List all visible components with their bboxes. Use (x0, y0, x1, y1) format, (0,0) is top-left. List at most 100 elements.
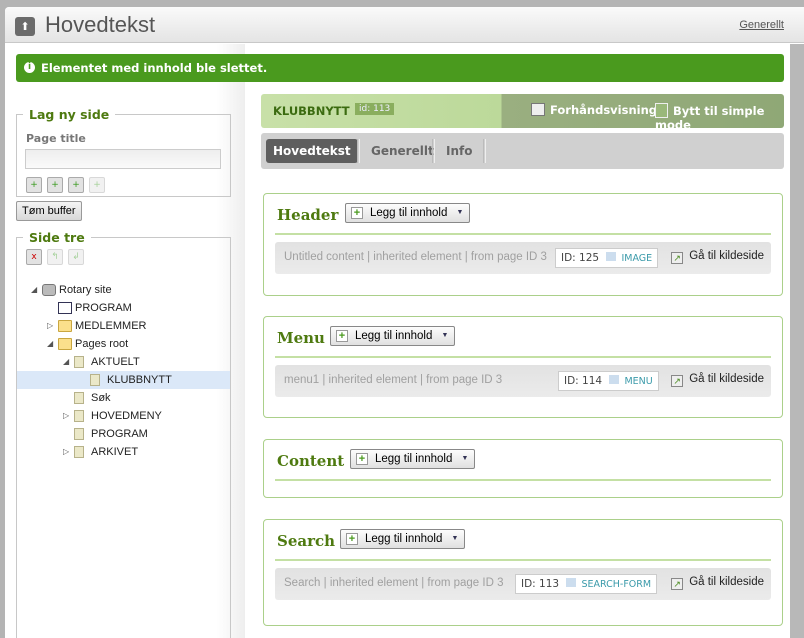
tree-node[interactable]: ◢ Pages root (17, 335, 230, 353)
tree-node[interactable]: PROGRAM (17, 425, 230, 443)
section-header: Header + Legg til innhold ▼ Untitled conte… (263, 193, 783, 296)
tree-node[interactable]: KLUBBNYTT (17, 371, 230, 389)
program-icon (58, 302, 72, 314)
paste-icon[interactable]: ↲ (68, 249, 84, 265)
add-content-button[interactable]: + Legg til innhold ▼ (350, 449, 476, 469)
dropdown-arrow-icon: ▼ (451, 535, 459, 542)
add-content-button[interactable]: + Legg til innhold ▼ (345, 203, 471, 223)
go-to-source-link[interactable]: ↗ Gå til kildeside (671, 250, 764, 264)
dropdown-arrow-icon: ▼ (441, 332, 449, 339)
content-item[interactable]: Search | inherited element | from page I… (275, 568, 771, 600)
copy-icon[interactable]: ↰ (47, 249, 63, 265)
insert-child-icon[interactable]: + (26, 177, 42, 193)
tree-node-label: PROGRAM (75, 302, 132, 314)
magnifier-icon (531, 103, 545, 116)
page-title-label: Page title (26, 132, 86, 145)
main-panel: KLUBBNYTT id: 113 Forhåndsvisning Bytt t… (246, 44, 790, 638)
tree-node[interactable]: ▷ HOVEDMENY (17, 407, 230, 425)
expanded-toggle-icon[interactable]: ◢ (47, 335, 53, 353)
tree-node[interactable]: ◢ Rotary site (17, 281, 230, 299)
go-to-source-label: Gå til kildeside (689, 576, 764, 588)
site-tree-legend: Side tre (29, 230, 85, 245)
add-icon: + (336, 330, 348, 342)
add-icon: + (356, 453, 368, 465)
tree-node[interactable]: ◢ AKTUELT (17, 353, 230, 371)
image-type-icon (606, 252, 617, 261)
tree-node-label: AKTUELT (91, 356, 140, 368)
item-meta: menu1 | inherited element | from page ID… (284, 374, 503, 386)
go-to-source-icon: ↗ (671, 252, 684, 264)
preview-button[interactable]: Forhåndsvisning (531, 103, 657, 117)
page-id-badge: id: 113 (355, 103, 395, 115)
collapsed-toggle-icon[interactable]: ▷ (63, 443, 69, 461)
content-item[interactable]: Untitled content | inherited element | f… (275, 242, 771, 274)
page-title-input[interactable] (25, 149, 221, 169)
go-to-source-link[interactable]: ↗ Gå til kildeside (671, 576, 764, 590)
tree-node-label: Rotary site (59, 284, 112, 296)
mouse-icon (655, 103, 668, 118)
tab-generellt[interactable]: Generellt (364, 139, 441, 163)
tree-node-label: Søk (91, 392, 111, 404)
clear-buffer-button[interactable]: Tøm buffer (16, 201, 82, 221)
collapsed-toggle-icon[interactable]: ▷ (63, 407, 69, 425)
tree-node[interactable]: Søk (17, 389, 230, 407)
tab-info[interactable]: Info (439, 139, 479, 163)
generellt-link[interactable]: Generellt (739, 19, 784, 31)
dropdown-arrow-icon: ▼ (456, 209, 464, 216)
page-icon (90, 374, 100, 386)
section-content: Content + Legg til innhold ▼ (263, 439, 783, 498)
info-icon: i (24, 62, 35, 73)
simple-mode-button[interactable]: Bytt til simple mode (655, 103, 784, 132)
page-name: KLUBBNYTT (273, 104, 350, 118)
expanded-toggle-icon[interactable]: ◢ (31, 281, 37, 299)
scrollbar[interactable] (790, 44, 804, 638)
site-tree-panel: Side tre x ↰ ↲ ◢ Rotary site PROGRAM ▷ MEDLE… (16, 230, 231, 638)
add-content-button[interactable]: + Legg til innhold ▼ (340, 529, 466, 549)
tree-node[interactable]: ▷ MEDLEMMER (17, 317, 230, 335)
page-icon (74, 446, 84, 458)
page-icon (74, 392, 84, 404)
page-bar: KLUBBNYTT id: 113 Forhåndsvisning Bytt t… (261, 94, 784, 132)
tree-node-label: Pages root (75, 338, 129, 350)
preview-label: Forhåndsvisning (550, 103, 658, 117)
go-to-source-link[interactable]: ↗ Gå til kildeside (671, 373, 764, 387)
add-content-button[interactable]: + Legg til innhold ▼ (330, 326, 456, 346)
tab-divider (432, 139, 435, 163)
up-arrow-icon[interactable]: ⬆ (15, 17, 35, 36)
insert-before-icon[interactable]: + (47, 177, 63, 193)
alert-banner: i Elementet med innhold ble slettet. (16, 54, 784, 82)
tree-node[interactable]: ▷ ARKIVET (17, 443, 230, 461)
folder-icon (58, 320, 72, 332)
item-id: ID: 114 (564, 375, 603, 387)
tree-node-label: PROGRAM (91, 428, 148, 440)
item-id-badge: ID: 113 SEARCH-FORM (515, 574, 658, 594)
content-item[interactable]: menu1 | inherited element | from page ID… (275, 365, 771, 397)
item-id: ID: 125 (561, 252, 600, 264)
divider (275, 479, 771, 481)
new-page-legend: Lag ny side (29, 107, 110, 122)
page-title: Hovedtekst (45, 12, 156, 37)
tree-node-label: ARKIVET (91, 446, 139, 458)
section-title: Menu (277, 329, 325, 347)
section-title: Header (277, 206, 339, 224)
tab-hovedtekst[interactable]: Hovedtekst (266, 139, 358, 163)
tree-node-label: HOVEDMENY (91, 410, 162, 422)
add-content-label: Legg til innhold (355, 330, 433, 342)
divider (275, 559, 771, 561)
expanded-toggle-icon[interactable]: ◢ (63, 353, 69, 371)
insert-disabled-icon[interactable]: + (89, 177, 105, 193)
item-type: MENU (624, 376, 653, 387)
alert-text: Elementet med innhold ble slettet. (41, 61, 268, 75)
item-id: ID: 113 (521, 578, 560, 590)
item-id-badge: ID: 114 MENU (558, 371, 659, 391)
folder-open-icon (58, 338, 72, 350)
add-content-label: Legg til innhold (375, 453, 453, 465)
collapsed-toggle-icon[interactable]: ▷ (47, 317, 53, 335)
tree-node[interactable]: PROGRAM (17, 299, 230, 317)
insert-after-icon[interactable]: + (68, 177, 84, 193)
add-content-label: Legg til innhold (370, 207, 448, 219)
section-menu: Menu + Legg til innhold ▼ menu1 | inherite… (263, 316, 783, 418)
tab-divider (357, 139, 360, 163)
delete-icon[interactable]: x (26, 249, 42, 265)
page-icon (74, 410, 84, 422)
